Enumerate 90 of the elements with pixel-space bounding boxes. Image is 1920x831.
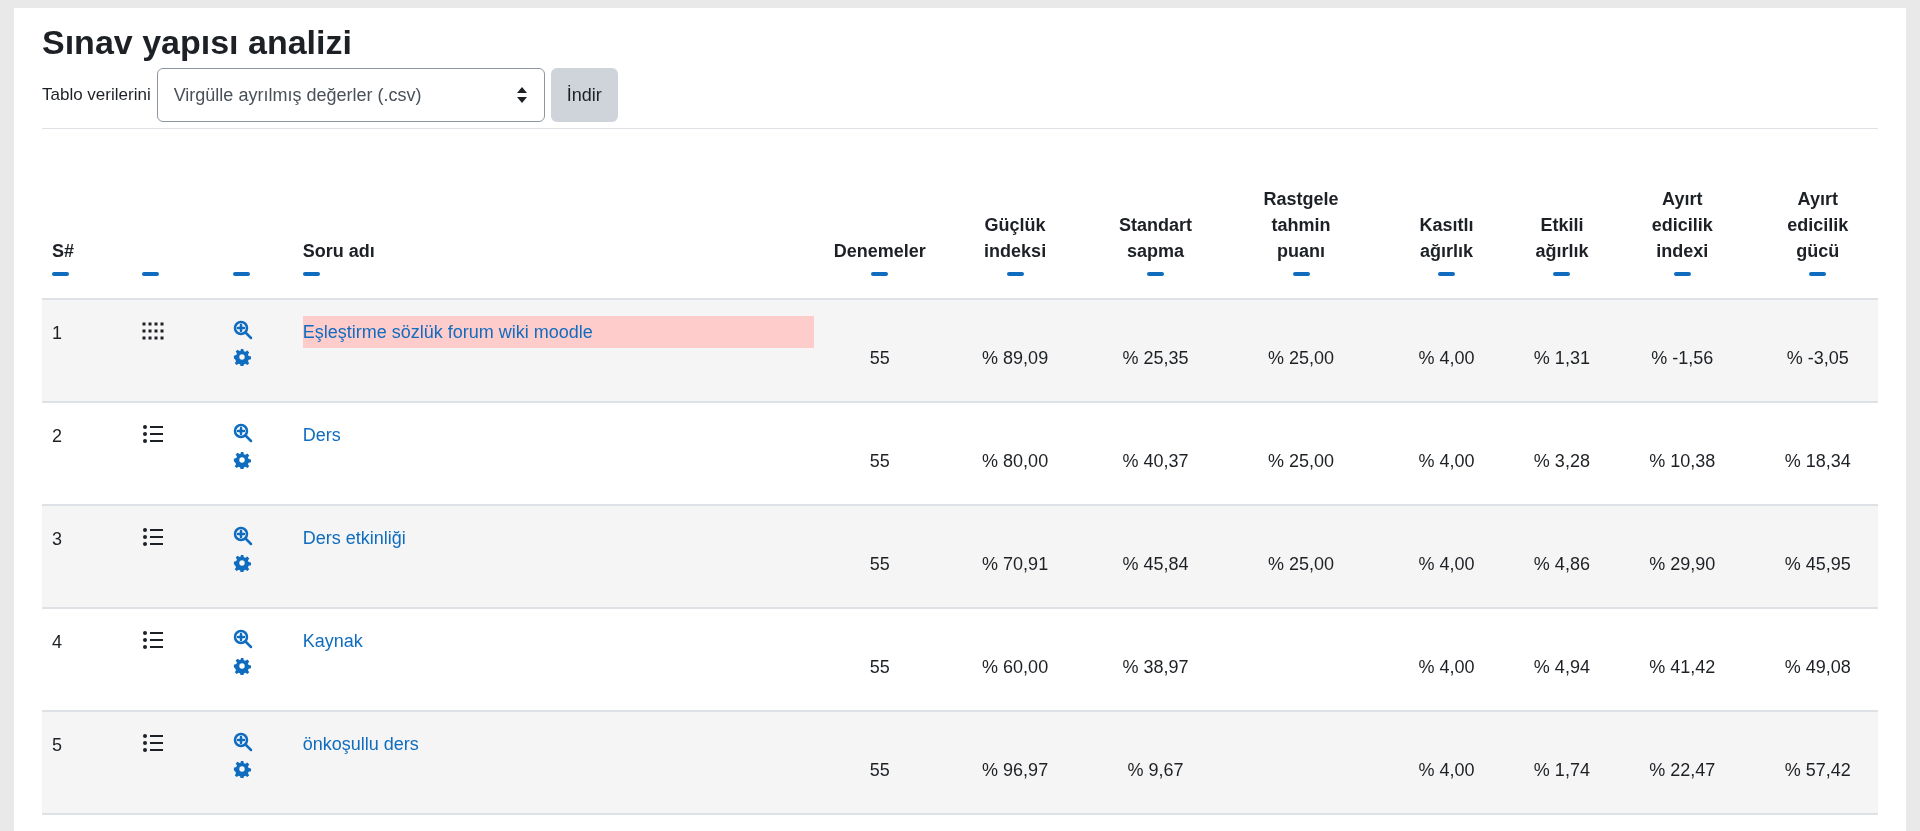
column-header: Güçlük indeksi xyxy=(983,214,1048,263)
table-cell: % 29,90 xyxy=(1649,554,1716,574)
format-select[interactable]: Virgülle ayrılmış değerler (.csv) xyxy=(156,68,545,122)
table-cell: % 4,00 xyxy=(1418,348,1475,368)
list-icon xyxy=(142,631,165,649)
table-cell: % 70,91 xyxy=(982,554,1049,574)
table-cell: % 45,84 xyxy=(1122,554,1189,574)
table-cell: % 1,31 xyxy=(1533,348,1590,368)
page-title: Sınav yapısı analizi xyxy=(42,22,353,63)
table-cell: % 18,34 xyxy=(1784,451,1851,471)
table-cell: % 25,00 xyxy=(1268,348,1335,368)
question-number: 3 xyxy=(52,529,62,549)
table-cell: % 4,86 xyxy=(1533,554,1590,574)
table-cell: 55 xyxy=(869,657,890,677)
question-number: 1 xyxy=(52,323,62,343)
column-header: Rastgele tahmin puanı xyxy=(1262,188,1340,263)
table-cell: 55 xyxy=(869,760,890,780)
table-cell: % 9,67 xyxy=(1127,760,1184,780)
sort-icon[interactable] xyxy=(1553,272,1571,276)
sort-icon[interactable] xyxy=(1809,272,1827,276)
gear-icon[interactable] xyxy=(232,348,251,366)
list-icon xyxy=(142,425,165,443)
sort-icon[interactable] xyxy=(232,272,250,276)
table-cell: % 10,38 xyxy=(1649,451,1716,471)
question-link[interactable]: Eşleştirme sözlük forum wiki moodle xyxy=(302,316,815,348)
table-cell: % -1,56 xyxy=(1651,348,1714,368)
sort-icon[interactable] xyxy=(871,272,889,276)
table-cell: % 57,42 xyxy=(1784,760,1851,780)
gear-icon[interactable] xyxy=(232,451,251,469)
magnifier-plus-icon[interactable] xyxy=(232,732,253,752)
table-cell: % 80,00 xyxy=(982,451,1049,471)
question-link[interactable]: Ders etkinliği xyxy=(302,522,815,554)
question-number: 4 xyxy=(52,632,62,652)
table-cell: % 25,00 xyxy=(1268,451,1335,471)
gear-icon[interactable] xyxy=(232,657,251,675)
download-label: Tablo verilerini xyxy=(42,84,151,107)
table-cell: % 4,00 xyxy=(1418,657,1475,677)
sort-icon[interactable] xyxy=(1673,272,1691,276)
column-header: S# xyxy=(52,240,75,263)
column-header: Standart sapma xyxy=(1118,214,1194,263)
table-cell: % 25,00 xyxy=(1268,554,1335,574)
column-header: Soru adı xyxy=(302,240,375,263)
table-cell: % 22,47 xyxy=(1649,760,1716,780)
list-icon xyxy=(142,734,165,752)
table-cell: 55 xyxy=(869,451,890,471)
magnifier-plus-icon[interactable] xyxy=(232,526,253,546)
sort-icon[interactable] xyxy=(1438,272,1455,276)
sort-icon[interactable] xyxy=(302,272,320,276)
column-header: Denemeler xyxy=(833,240,926,263)
table-cell: % 45,95 xyxy=(1784,554,1851,574)
table-cell: % 4,00 xyxy=(1418,451,1475,471)
table-cell: % -3,05 xyxy=(1786,348,1849,368)
sort-arrows-icon xyxy=(515,86,528,104)
sort-icon[interactable] xyxy=(1292,272,1310,276)
sort-icon[interactable] xyxy=(1006,272,1024,276)
question-link[interactable]: Kaynak xyxy=(302,625,815,657)
column-header: Ayırt edicilik indexi xyxy=(1650,188,1714,263)
table-cell: % 38,97 xyxy=(1122,657,1189,677)
table-cell: 55 xyxy=(869,554,890,574)
table-cell: % 3,28 xyxy=(1533,451,1590,471)
table-cell: % 41,42 xyxy=(1649,657,1716,677)
column-header: Kasıtlı ağırlık xyxy=(1418,214,1475,263)
table-cell: % 40,37 xyxy=(1122,451,1189,471)
dotted-grid-icon xyxy=(142,322,165,340)
question-link[interactable]: önkoşullu ders xyxy=(302,728,815,760)
table-cell: 55 xyxy=(869,348,890,368)
question-link[interactable]: Ders xyxy=(302,419,815,451)
gear-icon[interactable] xyxy=(232,554,251,572)
table-cell: % 96,97 xyxy=(982,760,1049,780)
table-cell: % 4,00 xyxy=(1418,760,1475,780)
column-header: Etkili ağırlık xyxy=(1534,214,1590,263)
table-cell: % 60,00 xyxy=(982,657,1049,677)
table-cell: % 25,35 xyxy=(1122,348,1189,368)
magnifier-plus-icon[interactable] xyxy=(232,320,253,340)
table-cell: % 4,00 xyxy=(1418,554,1475,574)
list-icon xyxy=(142,528,165,546)
magnifier-plus-icon[interactable] xyxy=(232,629,253,649)
table-cell: % 49,08 xyxy=(1784,657,1851,677)
table-cell: % 89,09 xyxy=(982,348,1049,368)
column-header: Ayırt edicilik gücü xyxy=(1786,188,1850,263)
sort-icon[interactable] xyxy=(52,272,69,276)
download-button[interactable]: İndir xyxy=(550,68,618,122)
sort-icon[interactable] xyxy=(1147,272,1165,276)
magnifier-plus-icon[interactable] xyxy=(232,423,253,443)
gear-icon[interactable] xyxy=(232,760,251,778)
sort-icon[interactable] xyxy=(142,272,160,276)
table-cell: % 1,74 xyxy=(1533,760,1590,780)
question-number: 5 xyxy=(52,735,62,755)
table-cell: % 4,94 xyxy=(1533,657,1590,677)
question-number: 2 xyxy=(52,426,62,446)
